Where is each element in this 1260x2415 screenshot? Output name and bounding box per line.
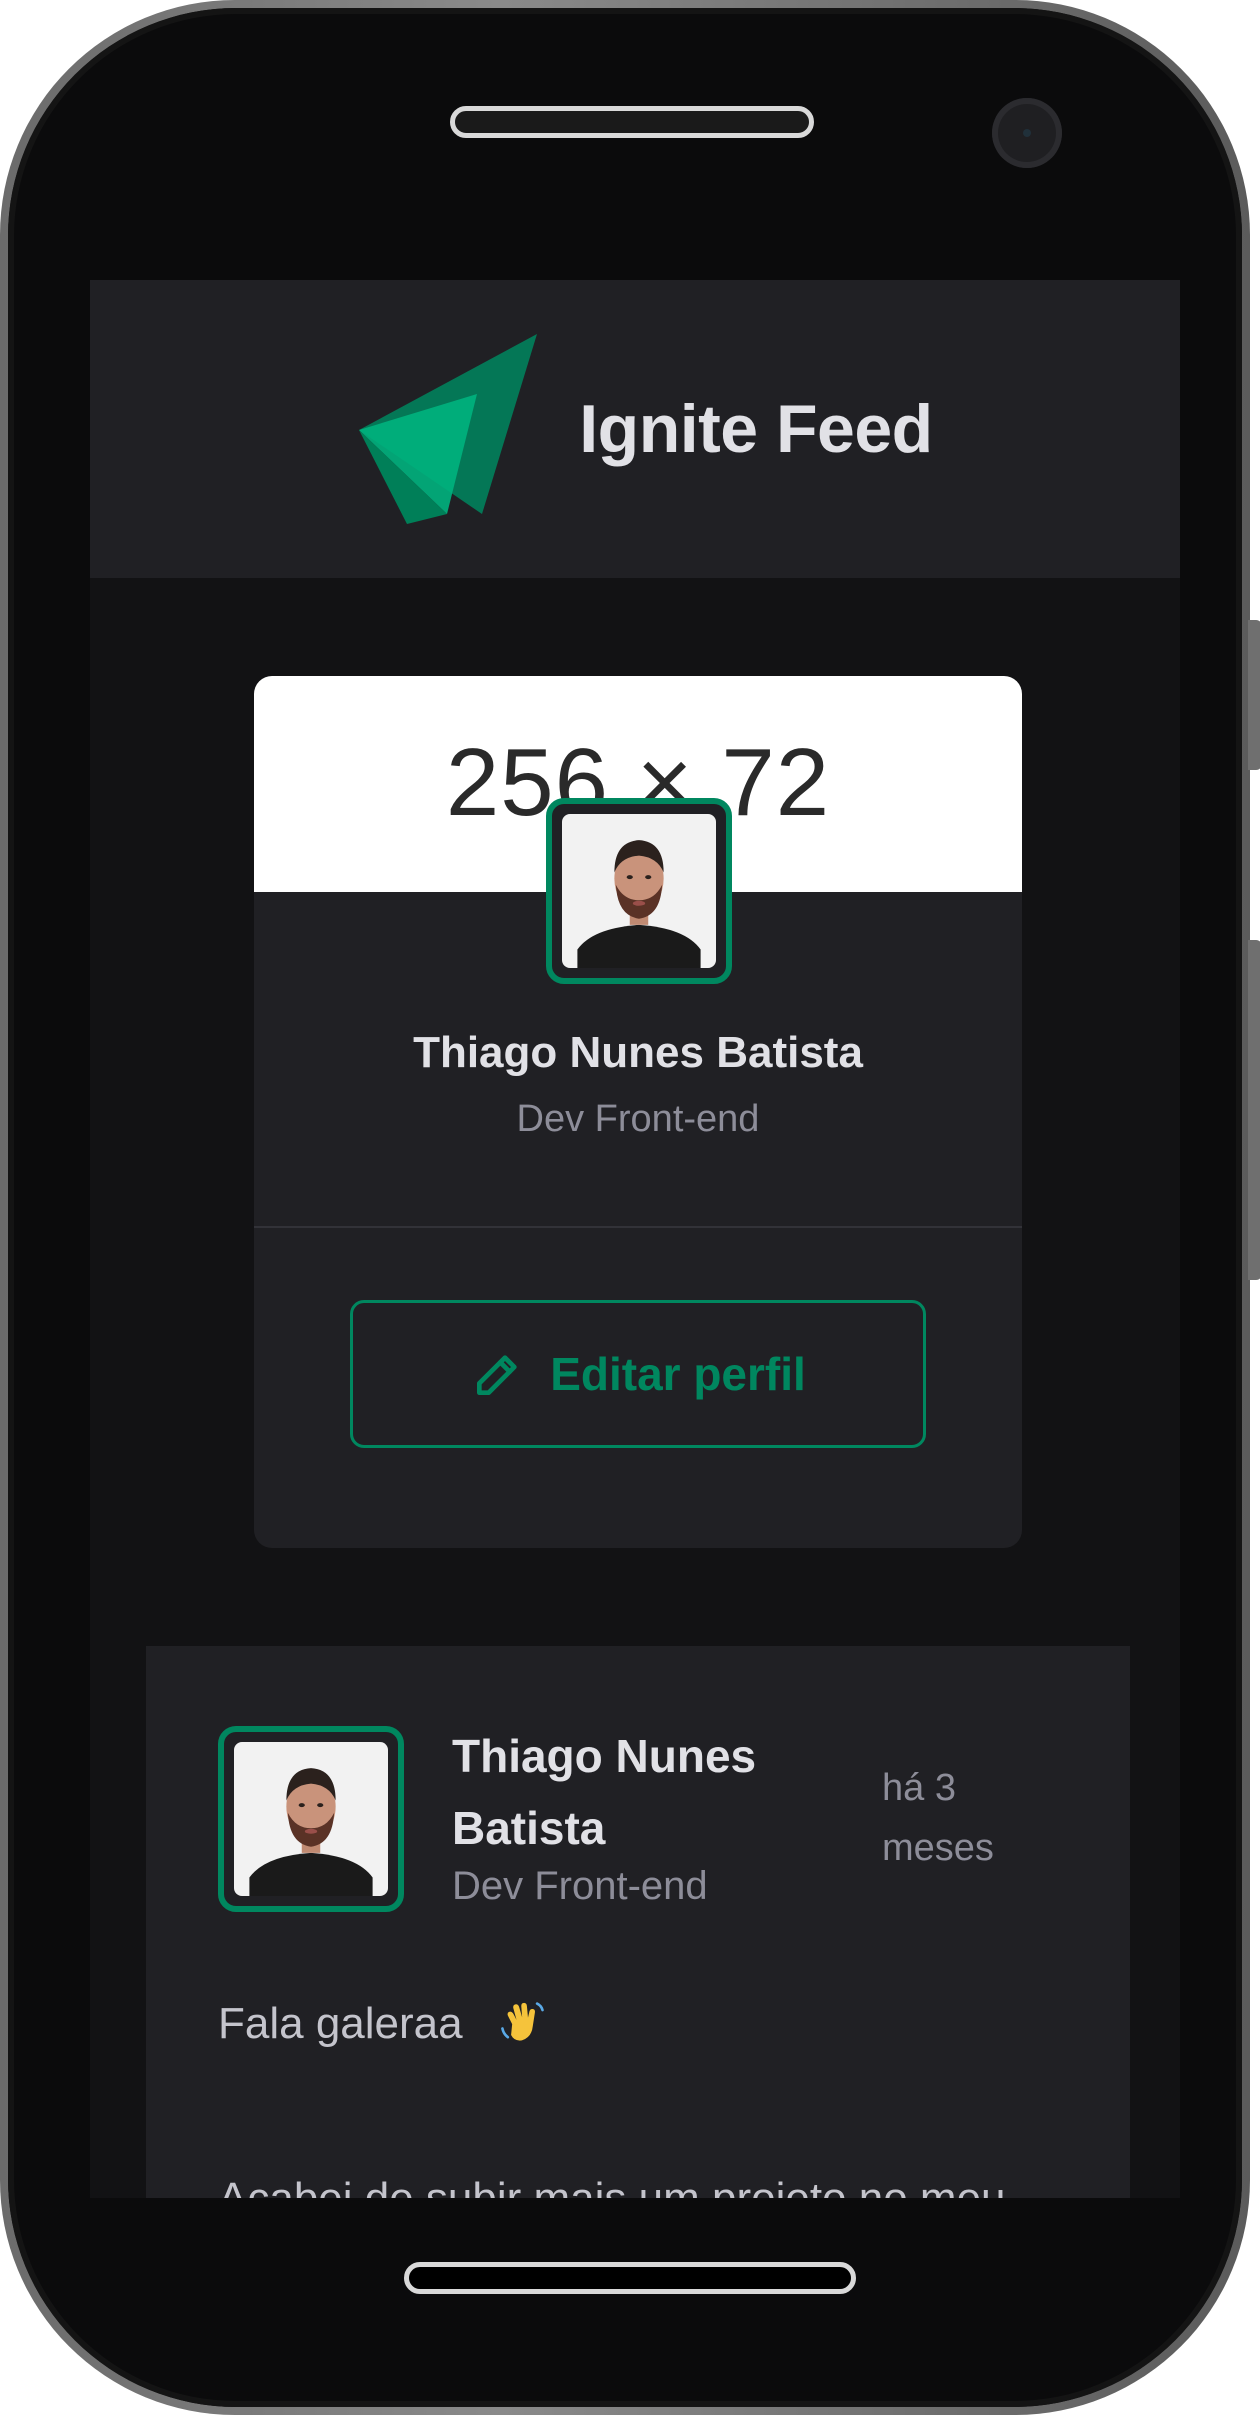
post-author-role: Dev Front-end — [452, 1864, 708, 1908]
front-camera — [992, 98, 1062, 168]
post-card: Thiago Nunes Batista Dev Front-end há 3 … — [146, 1646, 1130, 2198]
ignite-logo-icon — [359, 334, 538, 524]
post-avatar[interactable] — [218, 1726, 404, 1912]
post-greeting-text: Fala galeraa — [218, 1999, 463, 2048]
post-timestamp[interactable]: há 3 meses — [882, 1758, 1062, 1878]
profile-name: Thiago Nunes Batista — [413, 1028, 863, 1077]
post-body-text: Acabei de subir mais um projeto no meu p… — [218, 2166, 1058, 2198]
divider — [254, 1226, 1022, 1228]
pencil-icon — [477, 1355, 517, 1395]
post-greeting-line: Fala galeraa — [218, 1996, 549, 2049]
earpiece-speaker — [450, 106, 814, 138]
edit-profile-label: Editar perfil — [550, 1348, 806, 1400]
edit-profile-button[interactable]: Editar perfil — [350, 1300, 926, 1448]
profile-card: 256 × 72 Thiago Nunes Batista Dev Front-… — [254, 676, 1022, 1548]
app-header: Ignite Feed — [90, 280, 1180, 578]
home-button[interactable] — [404, 2262, 856, 2294]
app-screen: Ignite Feed 256 × 72 Thiago Nunes Batist… — [90, 280, 1180, 2198]
app-title: Ignite Feed — [579, 391, 933, 467]
post-author-name: Thiago Nunes Batista — [452, 1730, 757, 1854]
waving-hand-icon — [500, 2002, 544, 2041]
phone-body: Ignite Feed 256 × 72 Thiago Nunes Batist… — [8, 8, 1242, 2407]
volume-button[interactable] — [1248, 620, 1260, 770]
power-button[interactable] — [1248, 940, 1260, 1280]
avatar-photo — [562, 814, 716, 968]
avatar[interactable] — [546, 798, 732, 984]
profile-role: Dev Front-end — [516, 1098, 760, 1140]
post-avatar-photo — [234, 1742, 388, 1896]
phone-frame: Ignite Feed 256 × 72 Thiago Nunes Batist… — [0, 0, 1260, 2415]
